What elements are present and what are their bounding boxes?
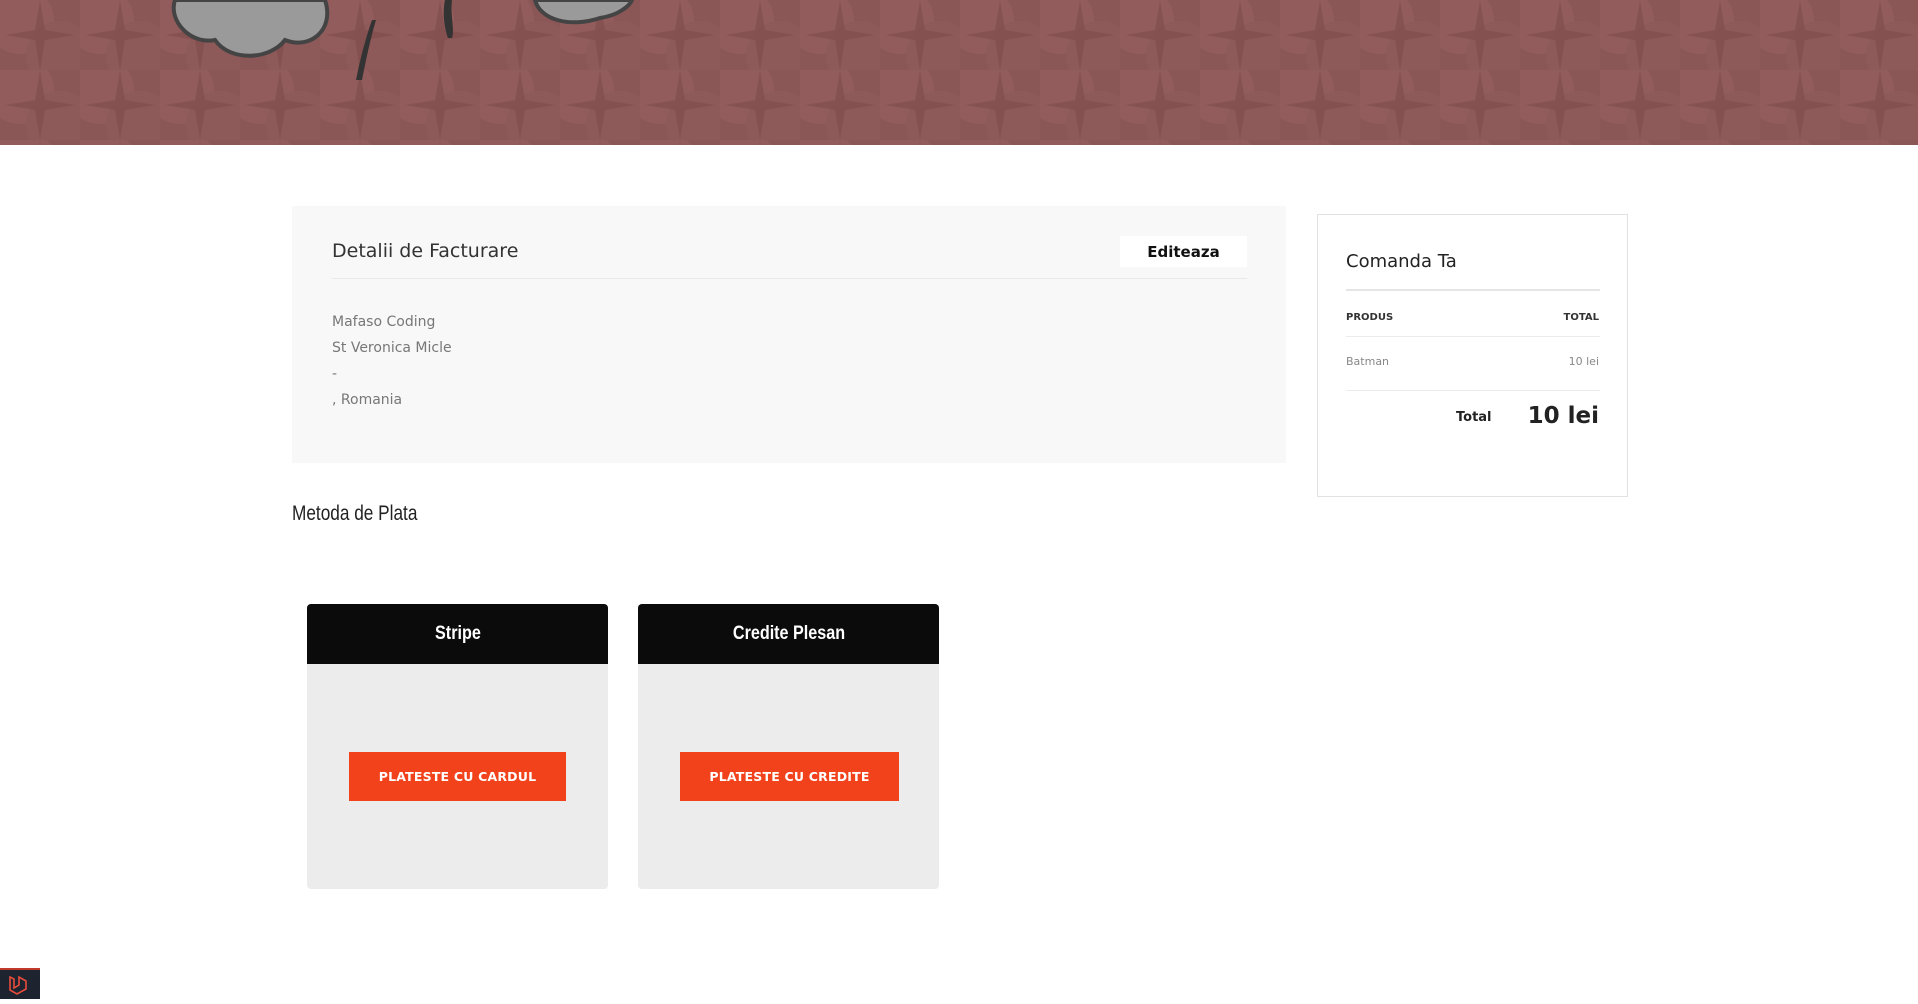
pay-with-credits-button[interactable]: PLATESTE CU CREDITE [680, 752, 899, 801]
card-header: Stripe [307, 604, 608, 664]
address-line: - [332, 366, 338, 382]
hero-pattern [0, 0, 1918, 145]
laravel-icon [9, 975, 27, 995]
laravel-badge[interactable] [0, 968, 40, 999]
billing-title: Detalii de Facturare [332, 240, 519, 262]
divider [1346, 336, 1600, 337]
card-title: Stripe [434, 623, 481, 644]
billing-address: Mafaso Coding St Veronica Micle - , Roma… [332, 309, 452, 413]
billing-details: Detalii de Facturare Editeaza Mafaso Cod… [292, 206, 1286, 463]
total-value: 10 lei [1527, 403, 1599, 429]
order-summary: Comanda Ta PRODUS TOTAL Batman 10 lei To… [1317, 214, 1628, 497]
payment-card-stripe: Stripe PLATESTE CU CARDUL [307, 604, 608, 889]
card-header: Credite Plesan [638, 604, 939, 664]
order-title: Comanda Ta [1346, 251, 1457, 272]
divider [1346, 390, 1600, 391]
edit-button[interactable]: Editeaza [1120, 236, 1247, 267]
payment-method-title: Metoda de Plata [292, 502, 418, 525]
order-item-price: 10 lei [1568, 355, 1599, 368]
order-item-name: Batman [1346, 355, 1390, 368]
pay-with-card-button[interactable]: PLATESTE CU CARDUL [349, 752, 566, 801]
divider [332, 278, 1247, 279]
payment-card-credits: Credite Plesan PLATESTE CU CREDITE [638, 604, 939, 889]
column-header-product: PRODUS [1346, 312, 1394, 323]
total-label: Total [1456, 410, 1492, 425]
divider [1346, 289, 1600, 291]
address-line: Mafaso Coding [332, 314, 436, 330]
address-line: St Veronica Micle [332, 340, 452, 356]
address-line: , Romania [332, 392, 403, 408]
hero-banner [0, 0, 1918, 145]
card-title: Credite Plesan [732, 623, 845, 644]
column-header-total: TOTAL [1563, 312, 1599, 323]
